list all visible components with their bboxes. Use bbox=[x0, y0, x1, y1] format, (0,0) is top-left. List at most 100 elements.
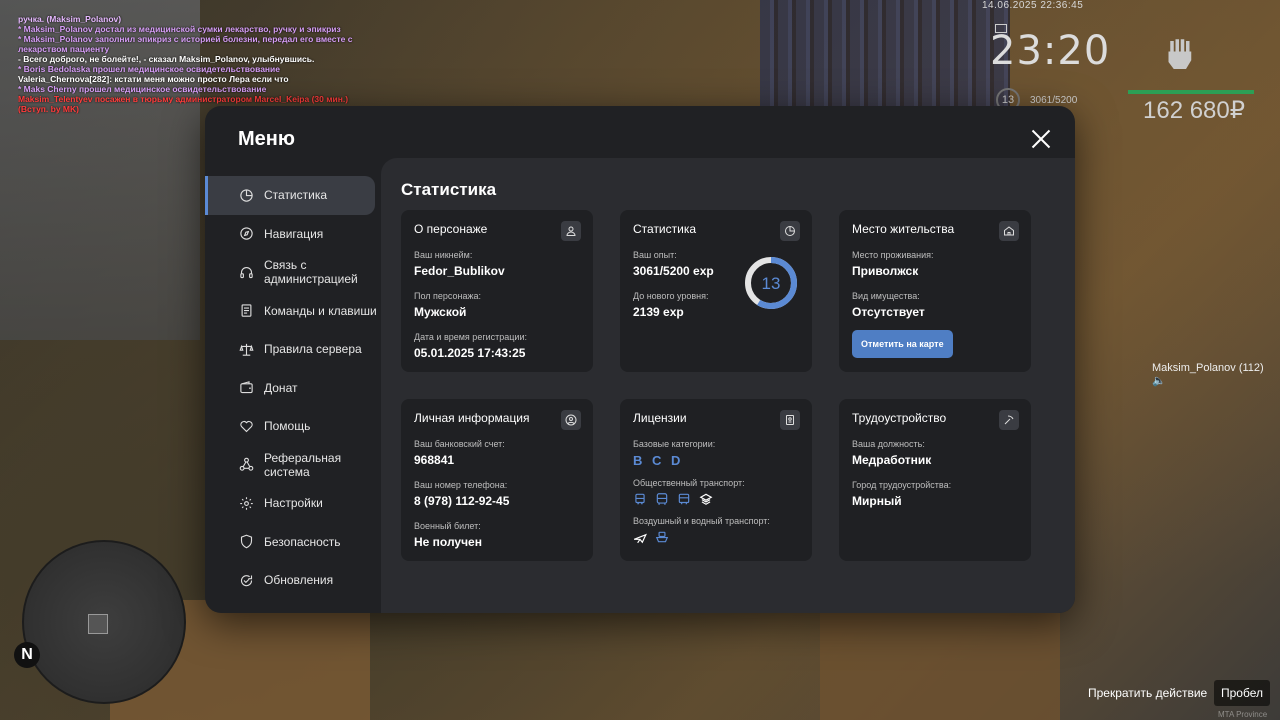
background-table bbox=[820, 610, 1060, 720]
sidebar-item-label: Обновления bbox=[264, 573, 334, 588]
public-transport-icons bbox=[633, 492, 799, 506]
card-title: Статистика bbox=[633, 222, 697, 236]
close-button[interactable] bbox=[1031, 129, 1051, 149]
document-icon bbox=[238, 303, 254, 319]
mark-on-map-button[interactable]: Отметить на карте bbox=[852, 330, 953, 358]
content-panel: Статистика О персонаже Ваш никнейм: Fedo… bbox=[381, 158, 1075, 613]
card-title: Место жительства bbox=[852, 222, 955, 236]
trolleybus-icon bbox=[677, 492, 691, 506]
sidebar-item-heart-handshake[interactable]: Помощь bbox=[205, 407, 381, 446]
place-value: Приволжск bbox=[852, 264, 919, 278]
user-icon bbox=[561, 221, 581, 241]
sidebar-item-label: Безопасность bbox=[264, 534, 341, 549]
home-icon bbox=[999, 221, 1019, 241]
base-categories-label: Базовые категории: bbox=[633, 439, 716, 449]
chat-line: * Maksim_Polanov заполнил эпикриз с исто… bbox=[18, 34, 353, 44]
space-key-hint: Пробел bbox=[1214, 680, 1270, 706]
id-card-icon bbox=[780, 410, 800, 430]
headset-icon bbox=[238, 264, 254, 280]
menu-sidebar: Статистика Навигация Связь с администрацие… bbox=[205, 176, 381, 600]
sidebar-item-shield[interactable]: Безопасность bbox=[205, 523, 381, 562]
city-label: Город трудоустройства: bbox=[852, 480, 952, 490]
character-card: О персонаже Ваш никнейм: Fedor_Bublikov … bbox=[401, 210, 593, 372]
air-water-label: Воздушный и водный транспорт: bbox=[633, 516, 770, 526]
nick-label: Ваш никнейм: bbox=[414, 250, 473, 260]
compass-icon bbox=[238, 226, 254, 242]
sidebar-item-wallet[interactable]: Донат bbox=[205, 369, 381, 408]
refresh-check-icon bbox=[238, 572, 254, 588]
gender-value: Мужской bbox=[414, 305, 467, 319]
boat-icon bbox=[655, 530, 669, 544]
sidebar-item-label: Статистика bbox=[264, 188, 328, 203]
military-label: Военный билет: bbox=[414, 521, 481, 531]
sidebar-item-label: Связь с администрацией bbox=[264, 258, 358, 287]
user-circle-icon bbox=[561, 410, 581, 430]
wallet-icon bbox=[238, 380, 254, 396]
menu-title: Меню bbox=[238, 128, 295, 150]
taxi-icon bbox=[699, 492, 713, 506]
sidebar-item-document[interactable]: Команды и клавиши bbox=[205, 292, 381, 331]
hud-exp: 3061/5200 bbox=[1030, 95, 1078, 106]
pickaxe-icon bbox=[999, 410, 1019, 430]
card-title: О персонаже bbox=[414, 222, 488, 236]
pie-chart-icon bbox=[238, 187, 254, 203]
position-value: Медработник bbox=[852, 453, 932, 467]
chat-line: * Boris Bedolaska прошел медицинское осв… bbox=[18, 64, 281, 74]
sidebar-item-pie-chart[interactable]: Статистика bbox=[205, 176, 375, 215]
hud-money: 162 680₽ bbox=[1143, 97, 1246, 124]
player-blip bbox=[88, 614, 108, 634]
minimap bbox=[22, 540, 186, 704]
chat-line: - Всего доброго, не болейте!, - сказал M… bbox=[18, 54, 315, 64]
hud-time: 23:20 bbox=[990, 28, 1111, 74]
sidebar-item-refresh-check[interactable]: Обновления bbox=[205, 561, 381, 600]
tram-icon bbox=[633, 492, 647, 506]
player-nametag: Maksim_Polanov (112) 🔈 bbox=[1152, 362, 1264, 387]
watermark: MTA Province bbox=[1218, 710, 1268, 719]
sidebar-item-compass[interactable]: Навигация bbox=[205, 215, 381, 254]
reg-value: 05.01.2025 17:43:25 bbox=[414, 346, 526, 360]
menu-modal: Меню Статистика Навигация Связь с админист… bbox=[205, 106, 1075, 613]
sidebar-item-label: Настройки bbox=[264, 496, 323, 511]
sidebar-item-network[interactable]: Реферальная система bbox=[205, 446, 381, 485]
licenses-card: Лицензии Базовые категории: B C D Общест… bbox=[620, 399, 812, 561]
fist-icon bbox=[1168, 39, 1192, 69]
residence-card: Место жительства Место проживания: Приво… bbox=[839, 210, 1031, 372]
bank-value: 968841 bbox=[414, 453, 455, 467]
card-title: Трудоустройство bbox=[852, 411, 947, 425]
property-label: Вид имущества: bbox=[852, 291, 920, 301]
health-bar bbox=[1128, 90, 1254, 94]
sidebar-item-headset[interactable]: Связь с администрацией bbox=[205, 253, 381, 292]
network-icon bbox=[238, 457, 254, 473]
card-title: Личная информация bbox=[414, 411, 530, 425]
city-value: Мирный bbox=[852, 494, 902, 508]
chat-log: ручка. (Maksim_Polanov) * Maksim_Polanov … bbox=[18, 14, 358, 114]
sidebar-item-scales[interactable]: Правила сервера bbox=[205, 330, 381, 369]
page-title: Статистика bbox=[401, 180, 497, 199]
chat-line: Valeria_Chernova[282]: кстати меня можно… bbox=[18, 74, 289, 84]
sidebar-item-label: Навигация bbox=[264, 226, 324, 241]
sidebar-item-label: Реферальная система bbox=[264, 450, 342, 479]
military-value: Не получен bbox=[414, 535, 482, 549]
gender-label: Пол персонажа: bbox=[414, 291, 482, 301]
sidebar-item-label: Донат bbox=[264, 380, 298, 395]
shield-icon bbox=[238, 534, 254, 550]
chat-line: * Maksim_Polanov достал из медицинской с… bbox=[18, 24, 341, 34]
phone-label: Ваш номер телефона: bbox=[414, 480, 508, 490]
bus-icon bbox=[655, 492, 669, 506]
background-bookshelf bbox=[760, 0, 1010, 120]
chat-line: Maksim_Telentyev посажен в тюрьму админи… bbox=[18, 94, 349, 104]
reg-label: Дата и время регистрации: bbox=[414, 332, 527, 342]
hud-date: 14.06.2025 22:36:45 bbox=[982, 0, 1084, 11]
chat-line: ручка. (Maksim_Polanov) bbox=[18, 14, 122, 24]
stop-action-label: Прекратить действие bbox=[1088, 686, 1208, 700]
sidebar-item-gear[interactable]: Настройки bbox=[205, 484, 381, 523]
phone-value: 8 (978) 112-92-45 bbox=[414, 494, 510, 508]
pie-chart-icon bbox=[780, 221, 800, 241]
personal-info-card: Личная информация Ваш банковский счет: 9… bbox=[401, 399, 593, 561]
sidebar-item-label: Правила сервера bbox=[264, 342, 362, 357]
plane-icon bbox=[633, 530, 647, 544]
gear-icon bbox=[238, 495, 254, 511]
chat-line: лекарством пациенту bbox=[18, 44, 110, 54]
level-value: 13 bbox=[762, 274, 781, 293]
public-transport-label: Общественный транспорт: bbox=[633, 478, 745, 488]
